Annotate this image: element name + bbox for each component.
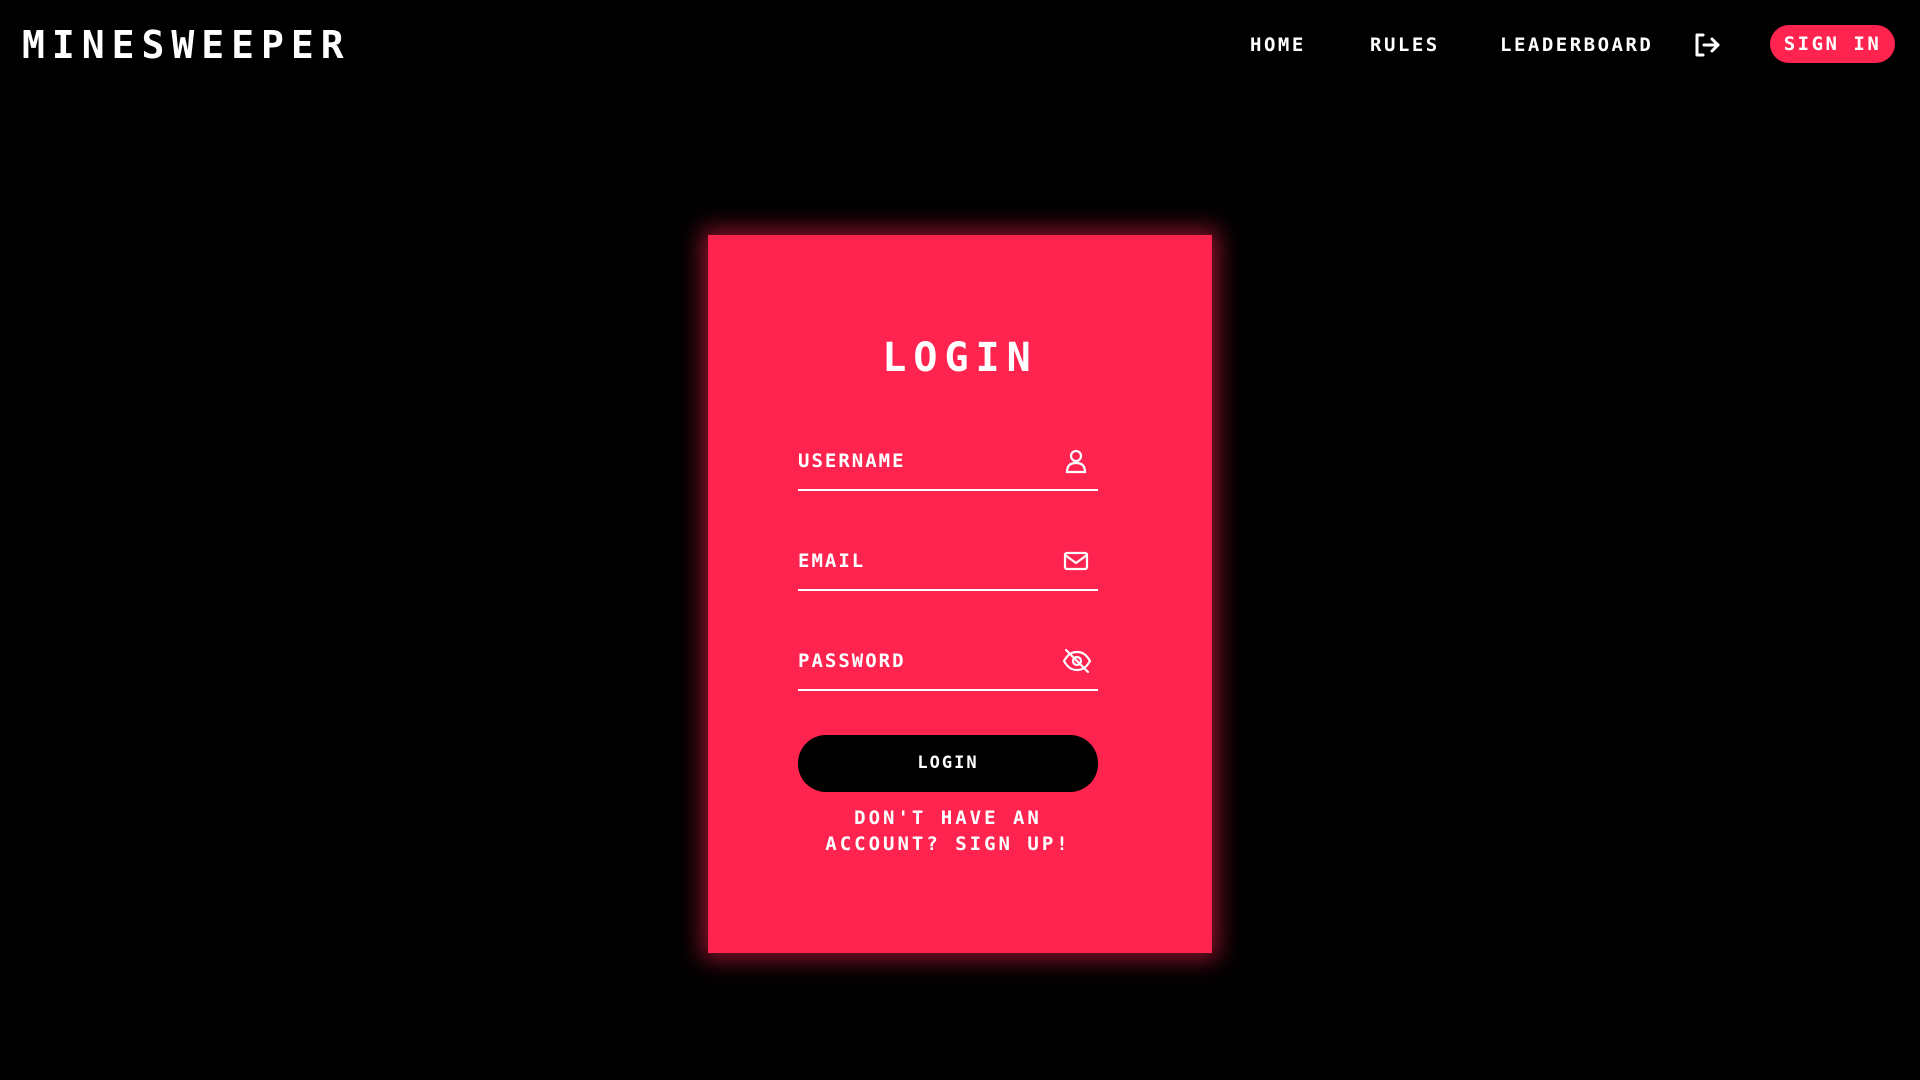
navbar: MINESWEEPER HOME RULES LEADERBOARD SIGN … <box>0 0 1920 90</box>
logout-icon[interactable] <box>1692 30 1722 60</box>
brand-logo[interactable]: MINESWEEPER <box>22 22 351 68</box>
login-title: LOGIN <box>882 335 1038 381</box>
user-icon <box>1062 447 1090 475</box>
email-input[interactable] <box>798 535 1048 587</box>
password-field <box>798 635 1098 691</box>
password-input[interactable] <box>798 635 1048 687</box>
login-card: LOGIN LOGIN DON'T HAVE <box>708 235 1212 953</box>
sign-in-button[interactable]: SIGN IN <box>1770 25 1895 63</box>
signup-link[interactable]: DON'T HAVE AN ACCOUNT? SIGN UP! <box>808 805 1088 857</box>
login-submit-button[interactable]: LOGIN <box>798 735 1098 792</box>
nav-rules-link[interactable]: RULES <box>1370 26 1440 64</box>
nav-leaderboard-link[interactable]: LEADERBOARD <box>1500 26 1653 64</box>
email-field <box>798 535 1098 591</box>
eye-off-icon[interactable] <box>1062 647 1092 675</box>
mail-icon <box>1062 547 1090 575</box>
username-input[interactable] <box>798 435 1048 487</box>
username-field <box>798 435 1098 491</box>
nav-home-link[interactable]: HOME <box>1250 26 1306 64</box>
